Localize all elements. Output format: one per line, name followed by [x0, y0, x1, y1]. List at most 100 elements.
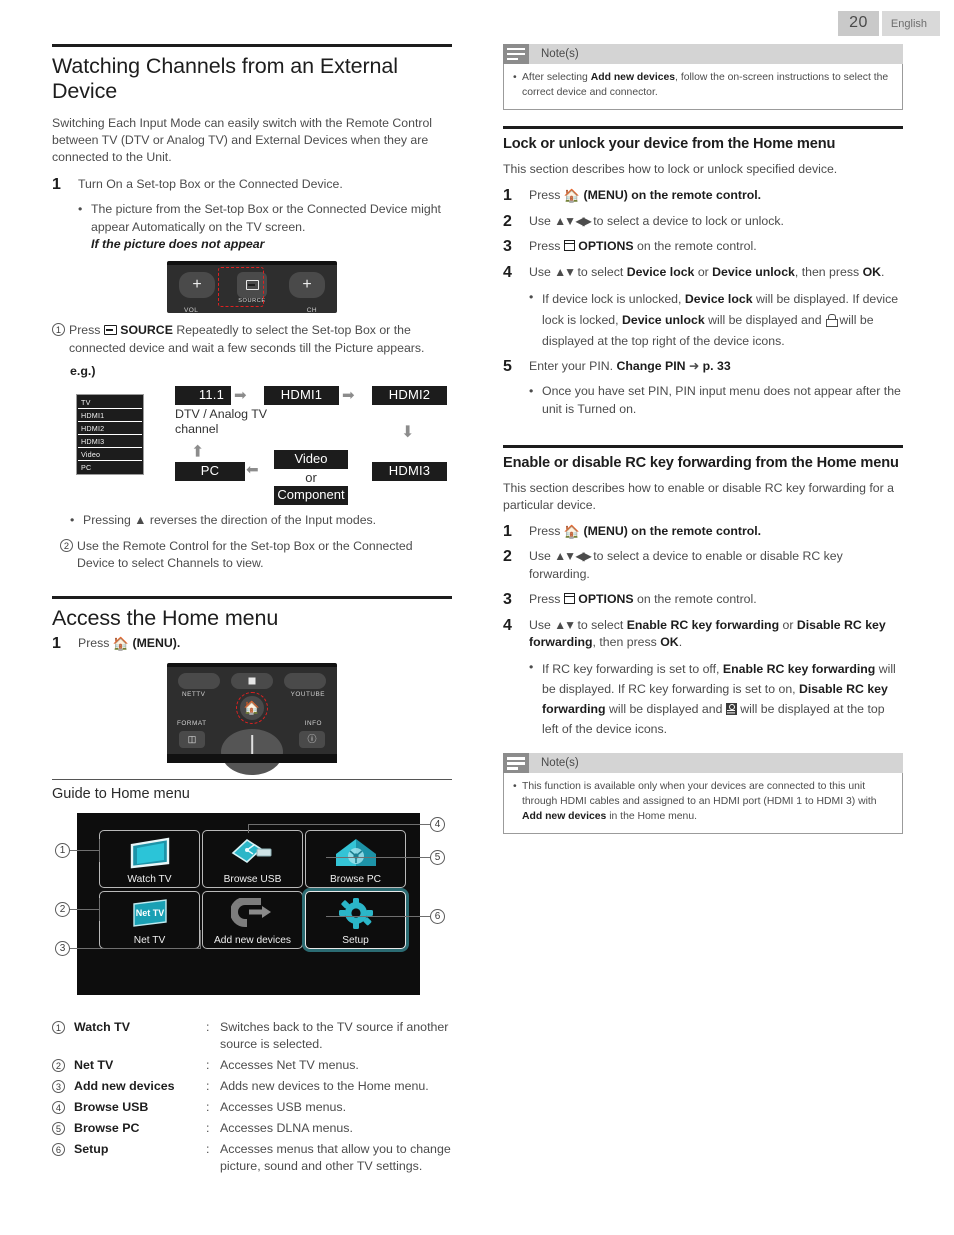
step-text: Press OPTIONS on the remote control.: [529, 239, 757, 254]
source-list-panel: TV HDMI1 HDMI2 HDMI3 Video PC: [76, 394, 144, 476]
step-number: 1: [503, 523, 512, 541]
step-number: 4: [503, 263, 512, 281]
item-text: Use the Remote Control for the Set-top B…: [77, 538, 413, 571]
note-header: Note(s): [503, 44, 903, 64]
step-4-lock-bullets: • If device lock is unlocked, Device loc…: [529, 289, 903, 352]
italic-note: If the picture does not appear: [91, 237, 265, 252]
legend-desc: Accesses USB menus.: [220, 1099, 347, 1114]
bullet-dot: •: [78, 202, 83, 217]
step-text: Use ▲▼ ◀▶ to select a device to lock or …: [529, 213, 784, 228]
note-title: Note(s): [529, 44, 903, 64]
plug-arrow-icon: [229, 896, 275, 935]
legend-row: 3 Add new devices : Adds new devices to …: [52, 1078, 452, 1097]
arrow-up-icon: ⬇: [191, 441, 205, 459]
remote-control-body: + + SOURCE VOL CH: [167, 261, 337, 315]
step-3-lock: 3 Press OPTIONS on the remote control.: [503, 238, 903, 255]
nettv-label: NETTV: [182, 690, 206, 698]
callout-3: 3: [55, 940, 70, 956]
bullet-text: Once you have set PIN, PIN input menu do…: [542, 384, 901, 417]
flow-box-channel: 11.1: [175, 386, 231, 406]
arrow-right-icon: ➜: [688, 359, 700, 374]
tile-label: Net TV: [133, 934, 166, 946]
home-icon: 🏠: [563, 188, 581, 204]
dpad-arrows-icon: ▲▼ ◀▶: [554, 213, 592, 228]
updown-arrows-icon: ▲▼: [554, 264, 576, 279]
legend-row: 5 Browse PC : Accesses DLNA menus.: [52, 1120, 452, 1139]
home-tile-add-new-devices[interactable]: Add new devices: [202, 890, 303, 949]
callout-1: 1: [55, 842, 70, 858]
step-4-rc-bullets: • If RC key forwarding is set to off, En…: [529, 659, 903, 739]
step-number: 3: [503, 591, 512, 609]
input-flow-diagram: TV HDMI1 HDMI2 HDMI3 Video PC 11.1 ➡ HDM…: [52, 384, 452, 506]
source-input-icon: [103, 325, 117, 336]
note-lines-icon: [503, 753, 529, 774]
step-number: 1: [52, 635, 61, 653]
home-tile-browse-pc[interactable]: Browse PC: [305, 829, 406, 888]
home-tile-setup[interactable]: Setup: [305, 890, 406, 949]
home-tile-browse-usb[interactable]: Browse USB: [202, 829, 303, 888]
legend-desc: Accesses DLNA menus.: [220, 1120, 353, 1135]
source-list-item: TV: [78, 396, 142, 410]
legend-row: 4 Browse USB : Accesses USB menus.: [52, 1099, 452, 1118]
list-item: • This function is available only when y…: [513, 780, 893, 824]
dpad: [221, 728, 283, 775]
stop-button: [231, 672, 273, 689]
legend-term: Setup: [74, 1141, 109, 1156]
legend-row: 2 Net TV : Accesses Net TV menus.: [52, 1057, 452, 1076]
step-2-rc: 2 Use ▲▼ ◀▶ to select a device to enable…: [503, 548, 903, 583]
callout-5: 5: [430, 849, 445, 865]
home-icon: 🏠: [112, 636, 130, 652]
info-icon: ⓘ: [299, 730, 325, 748]
bullet-text: After selecting Add new devices, follow …: [522, 72, 889, 98]
divider: [52, 44, 452, 47]
channel-up-button: +: [289, 272, 325, 299]
legend-separator: :: [206, 1057, 210, 1072]
list-item: • The picture from the Set-top Box or th…: [78, 201, 452, 236]
section-intro: Switching Each Input Mode can easily swi…: [52, 116, 433, 165]
remote-bottom-edge: [167, 753, 337, 763]
step-text: Use ▲▼ to select Device lock or Device u…: [529, 264, 885, 279]
leader-line: [326, 915, 430, 917]
home-menu-legend: 1 Watch TV : Switches back to the TV sou…: [52, 1019, 452, 1176]
vol-label: VOL: [184, 307, 199, 315]
options-icon: [563, 240, 575, 252]
highlight-ring: [236, 691, 268, 724]
note-title: Note(s): [529, 753, 903, 774]
info-label: INFO: [304, 719, 322, 727]
step-1-rc: 1 Press 🏠 (MENU) on the remote control.: [503, 523, 903, 540]
list-item: • If device lock is unlocked, Device loc…: [529, 289, 903, 352]
list-item: • Pressing ▲ reverses the direction of t…: [70, 512, 452, 530]
home-tile-net-tv[interactable]: Net TV Net TV: [99, 890, 200, 949]
page-language: English: [881, 11, 940, 36]
section-title-access-home: Access the Home menu: [52, 606, 279, 631]
arrow-right-icon: ➡: [342, 387, 355, 405]
flow-box-hdmi1: HDMI1: [264, 386, 339, 406]
section-intro: This section describes how to lock or un…: [503, 162, 838, 177]
home-tile-watch-tv[interactable]: Watch TV: [99, 829, 200, 888]
youtube-label: YOUTUBE: [290, 690, 325, 698]
lock-icon: [825, 314, 838, 328]
bullet-text: Pressing ▲ reverses the direction of the…: [83, 513, 377, 528]
flow-box-video-component: Video or Component: [274, 450, 348, 506]
section-title-lock: Lock or unlock your device from the Home…: [503, 136, 836, 153]
list-item: • After selecting Add new devices, follo…: [513, 71, 893, 100]
leader-line: [70, 908, 100, 910]
bullet-dot: •: [513, 781, 517, 793]
leader-line: [99, 838, 100, 862]
legend-separator: :: [206, 1019, 210, 1034]
bullet-dot: •: [513, 72, 517, 83]
page-header: 20 English: [838, 11, 940, 36]
list-item: • Once you have set PIN, PIN input menu …: [529, 383, 903, 418]
section-intro: This section describes how to enable or …: [503, 480, 894, 512]
highlight-ring: [218, 267, 264, 308]
list-item: • If RC key forwarding is set to off, En…: [529, 659, 903, 739]
leader-line: [326, 856, 430, 858]
updown-arrows-icon: ▲▼: [554, 617, 576, 632]
step-1: 1 Turn On a Set-top Box or the Connected…: [52, 176, 452, 193]
tile-label: Browse PC: [330, 873, 381, 885]
leader-line: [70, 849, 100, 851]
tile-label: Add new devices: [213, 934, 292, 946]
callout-4: 4: [430, 816, 445, 832]
legend-term: Add new devices: [74, 1078, 175, 1093]
step-5-lock: 5 Enter your PIN. Change PIN ➜ p. 33: [503, 358, 903, 375]
